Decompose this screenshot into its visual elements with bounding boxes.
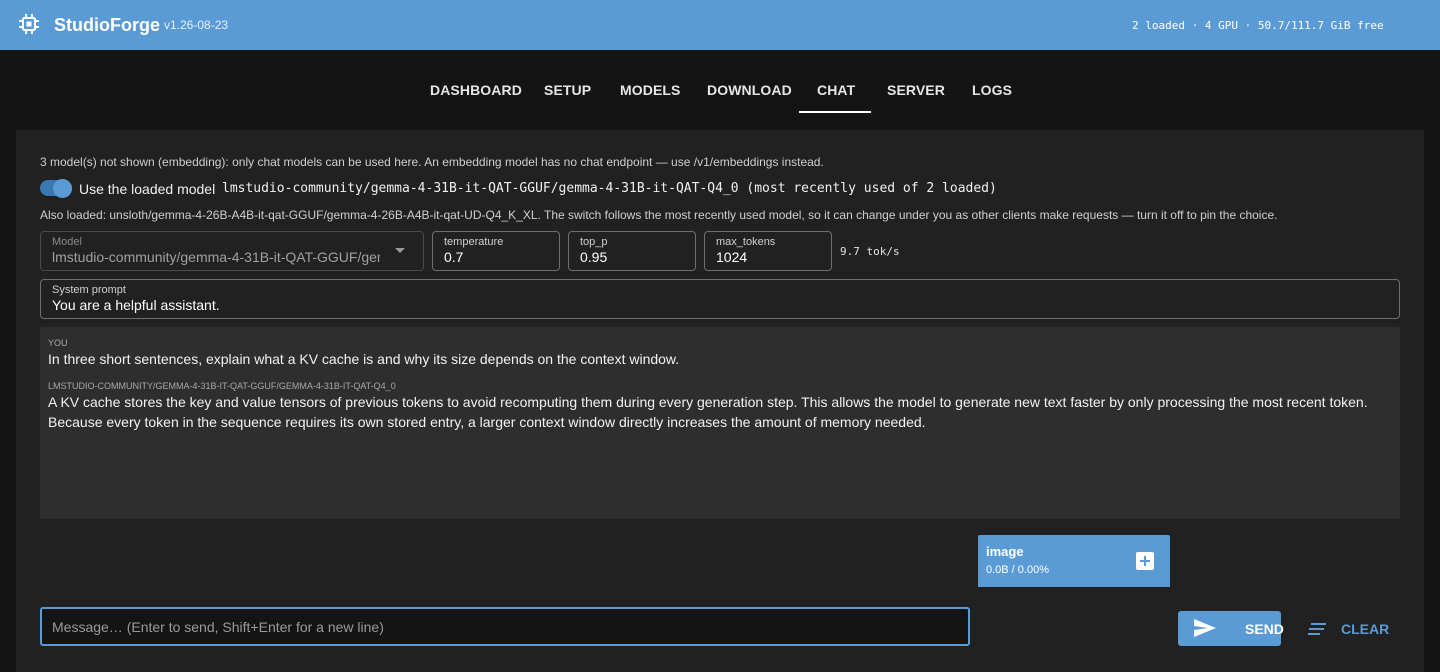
- tab-models[interactable]: MODELS: [620, 82, 681, 98]
- system-prompt-field[interactable]: System prompt You are a helpful assistan…: [40, 279, 1400, 319]
- top-p-value: 0.95: [580, 249, 608, 265]
- plus-icon[interactable]: [1136, 552, 1154, 570]
- temperature-value: 0.7: [444, 249, 464, 265]
- message-input[interactable]: [40, 607, 970, 646]
- clear-button[interactable]: CLEAR: [1300, 611, 1396, 646]
- top-p-label: top_p: [580, 236, 608, 248]
- max-tokens-label: max_tokens: [716, 236, 776, 248]
- send-label: SEND: [1245, 621, 1284, 637]
- max-tokens-field[interactable]: max_tokens 1024: [704, 231, 832, 271]
- image-attachment-card: image 0.0B / 0.00%: [978, 535, 1170, 587]
- message-role-assistant: LMSTUDIO-COMMUNITY/GEMMA-4-31B-IT-QAT-GG…: [48, 381, 396, 391]
- resource-status: 2 loaded · 4 GPU · 50.7/111.7 GiB free: [1132, 19, 1384, 32]
- system-prompt-value: You are a helpful assistant.: [52, 297, 220, 313]
- token-rate: 9.7 tok/s: [840, 245, 900, 258]
- message-role-user: YOU: [48, 338, 68, 348]
- message-text-assistant: A KV cache stores the key and value tens…: [48, 394, 1368, 430]
- send-icon: [1194, 619, 1216, 637]
- app-version: v1.26-08-23: [164, 18, 229, 32]
- embedding-notice: 3 model(s) not shown (embedding): only c…: [40, 155, 824, 169]
- clear-label: CLEAR: [1341, 621, 1390, 637]
- model-select-label: Model: [52, 236, 82, 248]
- active-tab-indicator: [799, 111, 871, 113]
- top-p-field[interactable]: top_p 0.95: [568, 231, 696, 271]
- tab-dashboard[interactable]: DASHBOARD: [430, 82, 522, 98]
- toggle-knob[interactable]: [53, 179, 72, 198]
- tab-server[interactable]: SERVER: [887, 82, 945, 98]
- tab-setup[interactable]: SETUP: [544, 82, 591, 98]
- chip-icon: [19, 14, 39, 34]
- use-loaded-model-label: Use the loaded model: [79, 181, 216, 197]
- send-button[interactable]: SEND: [1178, 611, 1284, 646]
- tab-chat[interactable]: CHAT: [817, 82, 855, 98]
- max-tokens-value: 1024: [716, 249, 748, 265]
- also-loaded-note: Also loaded: unsloth/gemma-4-26B-A4B-it-…: [40, 208, 1278, 222]
- model-select-value: lmstudio-community/gemma-4-31B-it-QAT-GG…: [52, 249, 380, 265]
- message-text-user: In three short sentences, explain what a…: [48, 351, 680, 367]
- app-title: StudioForge: [54, 15, 160, 35]
- loaded-model-name: lmstudio-community/gemma-4-31B-it-QAT-GG…: [222, 181, 997, 196]
- tab-logs[interactable]: LOGS: [972, 82, 1012, 98]
- temperature-field[interactable]: temperature 0.7: [432, 231, 560, 271]
- system-prompt-label: System prompt: [52, 284, 126, 296]
- tab-download[interactable]: DOWNLOAD: [707, 82, 792, 98]
- attachment-meta: 0.0B / 0.00%: [986, 564, 1049, 576]
- chevron-down-icon: [395, 248, 405, 253]
- top-bar: StudioForge v1.26-08-23 2 loaded · 4 GPU…: [0, 0, 1440, 50]
- model-select[interactable]: Model lmstudio-community/gemma-4-31B-it-…: [40, 231, 424, 271]
- temperature-label: temperature: [444, 236, 504, 248]
- clear-lines-icon: [1308, 623, 1326, 635]
- attachment-title: image: [986, 544, 1024, 559]
